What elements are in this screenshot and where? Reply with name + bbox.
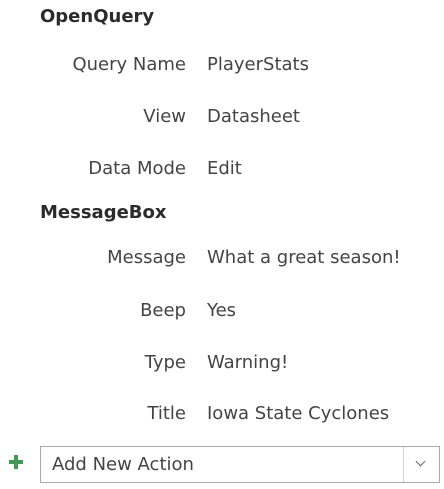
arg-value-beep[interactable]: Yes (207, 300, 236, 321)
arg-value-type[interactable]: Warning! (207, 352, 288, 373)
arg-label-title: Title (147, 403, 186, 424)
arg-label-beep: Beep (140, 300, 186, 321)
arg-value-title[interactable]: Iowa State Cyclones (207, 403, 389, 424)
macro-designer: OpenQuery Query Name PlayerStats View Da… (0, 0, 444, 489)
action-title-messagebox[interactable]: MessageBox (40, 202, 166, 223)
arg-value-data-mode[interactable]: Edit (207, 158, 242, 179)
arg-label-message: Message (107, 247, 186, 268)
chevron-down-icon (415, 456, 426, 467)
plus-icon[interactable] (9, 455, 23, 469)
arg-label-type: Type (144, 352, 186, 373)
arg-value-view[interactable]: Datasheet (207, 106, 300, 127)
arg-label-data-mode: Data Mode (88, 158, 186, 179)
arg-label-query-name: Query Name (72, 54, 186, 75)
arg-value-query-name[interactable]: PlayerStats (207, 54, 309, 75)
dropdown-button[interactable] (403, 447, 439, 482)
add-new-action-text: Add New Action (52, 454, 194, 475)
add-new-action-row: Add New Action (0, 446, 444, 486)
arg-value-message[interactable]: What a great season! (207, 247, 401, 268)
action-title-openquery[interactable]: OpenQuery (40, 6, 154, 27)
add-new-action-select[interactable]: Add New Action (40, 446, 440, 483)
arg-label-view: View (143, 106, 186, 127)
